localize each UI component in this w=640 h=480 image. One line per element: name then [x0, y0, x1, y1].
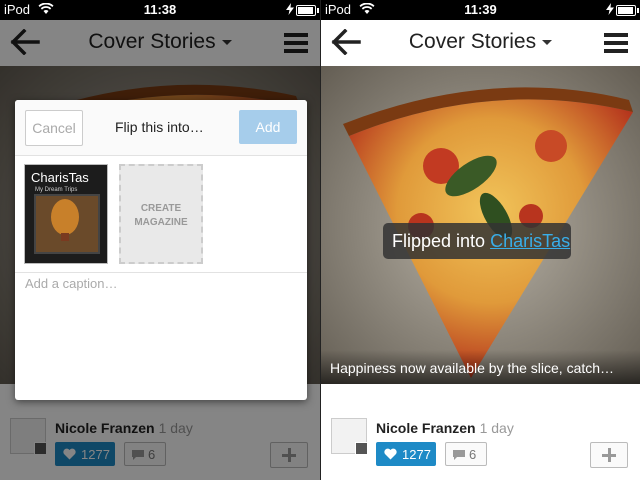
add-button[interactable]: Add [239, 110, 297, 144]
author-name[interactable]: Nicole Franzen [376, 420, 476, 436]
magazine-subtitle: My Dream Trips [35, 187, 78, 193]
toast-magazine-link[interactable]: CharisTas [490, 231, 570, 251]
dropdown-caret-icon [542, 39, 553, 45]
right-screen: iPod 11:39 Cover Stories Flipped into Ch… [320, 0, 640, 480]
cancel-button[interactable]: Cancel [25, 110, 83, 146]
caption-input[interactable]: Add a caption… [25, 276, 297, 296]
charging-icon [606, 3, 614, 15]
clock: 11:39 [464, 2, 497, 17]
flip-dialog: Cancel Flip this into… Add CharisTas My … [15, 100, 307, 400]
battery-icon [616, 5, 639, 16]
photo-caption[interactable]: Happiness now available by the slice, ca… [330, 360, 614, 376]
comment-count: 6 [469, 447, 477, 462]
status-bar: iPod 11:38 [0, 0, 320, 20]
nav-bar: Cover Stories [321, 20, 640, 66]
like-count: 1277 [402, 447, 431, 462]
pizza-photo[interactable]: Flipped into CharisTas Happiness now ava… [321, 66, 640, 384]
comment-icon [453, 450, 465, 460]
status-bar: iPod 11:39 [321, 0, 640, 20]
avatar[interactable] [331, 418, 368, 455]
create-magazine-label: CREATE MAGAZINE [134, 203, 188, 228]
flipped-toast: Flipped into CharisTas [383, 223, 571, 259]
author-line: Nicole Franzen 1 day [376, 420, 514, 436]
camera-icon [355, 442, 368, 455]
post-age: 1 day [479, 420, 514, 436]
flip-plus-button[interactable] [590, 442, 628, 468]
charging-icon [286, 3, 294, 15]
photo-caption-bar: Happiness now available by the slice, ca… [321, 350, 640, 384]
magazine-name: CharisTas [31, 170, 89, 185]
post-footer: Nicole Franzen 1 day 1277 6 [321, 384, 640, 480]
menu-icon[interactable] [604, 33, 628, 57]
like-button[interactable]: 1277 [376, 442, 436, 466]
dialog-title: Flip this into… [115, 119, 204, 135]
magazine-tile[interactable]: CharisTas My Dream Trips [24, 164, 108, 264]
section-title: Cover Stories [408, 30, 537, 53]
toast-text: Flipped into [392, 231, 486, 251]
clock: 11:38 [143, 2, 177, 17]
section-title-dropdown[interactable]: Cover Stories [321, 30, 640, 54]
create-magazine-button[interactable]: CREATE MAGAZINE [119, 164, 203, 264]
battery-icon [296, 5, 319, 16]
comment-button[interactable]: 6 [445, 442, 487, 466]
dialog-header: Cancel Flip this into… Add [15, 100, 307, 156]
magazine-list: CharisTas My Dream Trips CREATE MAGAZINE [15, 156, 307, 273]
left-screen: iPod 11:38 Cover Stories Nicole Franzen 1… [0, 0, 320, 480]
heart-icon [384, 448, 397, 460]
